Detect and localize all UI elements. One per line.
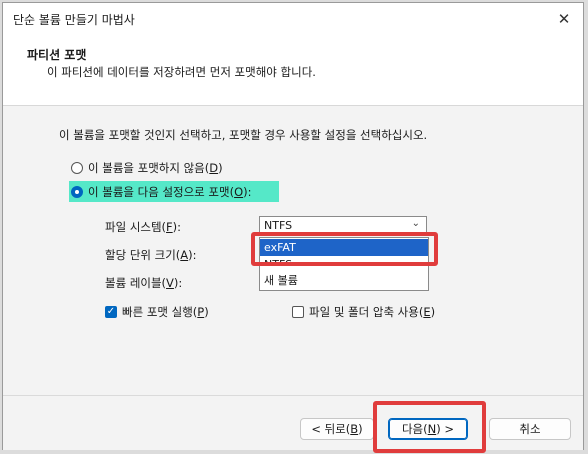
- cancel-button[interactable]: 취소: [489, 418, 571, 440]
- wizard-content: 이 볼륨을 포맷할 것인지 선택하고, 포맷할 경우 사용할 설정을 선택하십시…: [3, 106, 583, 394]
- dropdown-option-new-volume[interactable]: 새 볼륨: [260, 272, 428, 289]
- filesystem-combo-value: NTFS: [264, 219, 293, 232]
- compression-check-box[interactable]: [292, 306, 304, 318]
- instruction-text: 이 볼륨을 포맷할 것인지 선택하고, 포맷할 경우 사용할 설정을 선택하십시…: [59, 128, 428, 142]
- radio-no-format-label: 이 볼륨을 포맷하지 않음(D): [88, 161, 223, 175]
- chevron-down-icon[interactable]: ⌄: [412, 218, 420, 229]
- wizard-window: 단순 볼륨 만들기 마법사 ✕ 파티션 포맷 이 파티션에 데이터를 저장하려면…: [2, 2, 584, 453]
- title-bar: 단순 볼륨 만들기 마법사 ✕: [3, 3, 583, 35]
- volume-label-label: 볼륨 레이블(V):: [105, 276, 183, 290]
- page-subtitle: 이 파티션에 데이터를 저장하려면 먼저 포맷해야 합니다.: [47, 65, 316, 79]
- radio-no-format[interactable]: 이 볼륨을 포맷하지 않음(D): [71, 160, 223, 176]
- wizard-header: 파티션 포맷 이 파티션에 데이터를 저장하려면 먼저 포맷해야 합니다.: [3, 35, 583, 106]
- wizard-footer: < 뒤로(B) 다음(N) > 취소: [3, 395, 583, 450]
- radio-format-label: 이 볼륨을 다음 설정으로 포맷(O):: [88, 185, 252, 199]
- quick-format-checkbox[interactable]: ✓ 빠른 포맷 실행(P): [105, 304, 209, 320]
- compression-label: 파일 및 폴더 압축 사용(E): [309, 305, 436, 319]
- filesystem-label: 파일 시스템(F):: [105, 220, 182, 234]
- window-title: 단순 볼륨 만들기 마법사: [13, 13, 135, 27]
- radio-no-format-circle[interactable]: [71, 162, 83, 174]
- page-title: 파티션 포맷: [27, 48, 87, 62]
- quick-format-check-box[interactable]: ✓: [105, 306, 117, 318]
- compression-checkbox[interactable]: 파일 및 폴더 압축 사용(E): [292, 304, 435, 320]
- annotation-highlight-exfat: [251, 232, 438, 266]
- radio-format-circle[interactable]: [71, 186, 83, 198]
- radio-format[interactable]: 이 볼륨을 다음 설정으로 포맷(O):: [71, 184, 252, 200]
- back-button[interactable]: < 뒤로(B): [300, 418, 374, 440]
- close-icon[interactable]: ✕: [551, 7, 577, 31]
- allocation-label: 할당 단위 크기(A):: [105, 248, 197, 262]
- annotation-highlight-next: [373, 401, 486, 453]
- quick-format-label: 빠른 포맷 실행(P): [122, 305, 209, 319]
